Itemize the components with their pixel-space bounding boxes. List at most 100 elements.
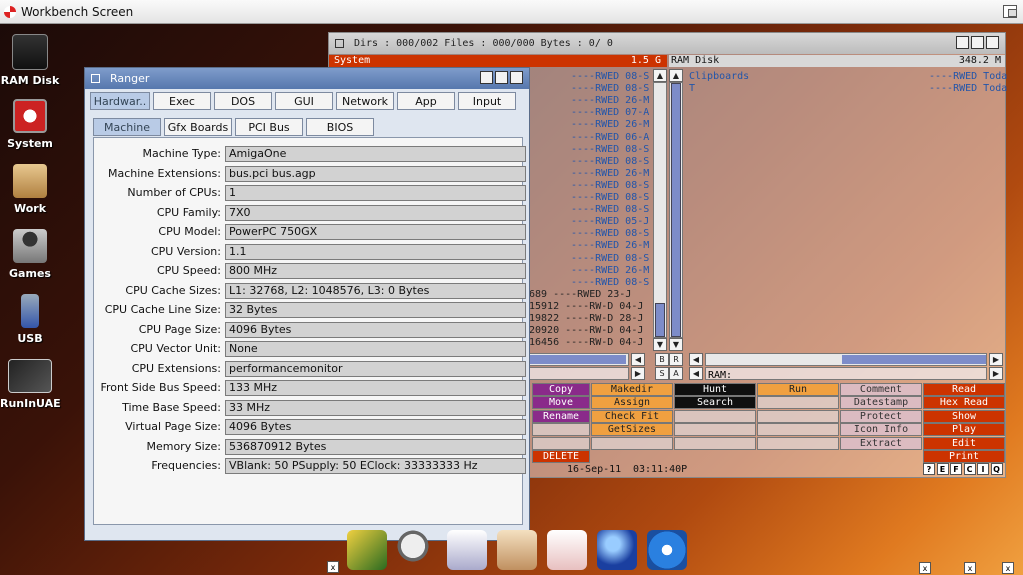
info-value-field[interactable]: AmigaOne [225,146,526,162]
dir-entry[interactable]: ----RWED 08-S [571,71,649,83]
action-button-getsizes[interactable]: GetSizes [591,423,673,437]
notepad-icon[interactable] [447,530,487,570]
tab-exec[interactable]: Exec [153,92,211,110]
action-button-empty[interactable] [674,409,756,423]
desktop-icon-usb[interactable]: USB [0,294,60,345]
mid-button-s[interactable]: S [655,367,669,380]
action-button-show[interactable]: Show [923,409,1005,423]
dir-entry[interactable]: ----RWED 26-M [571,265,649,277]
subtab-pci-bus[interactable]: PCI Bus [235,118,303,136]
dock-control-3[interactable]: x [1002,562,1014,574]
action-button-icon-info[interactable]: Icon Info [840,423,922,437]
magnifier-icon[interactable] [397,530,437,570]
action-button-rename[interactable]: Rename [532,409,590,423]
right-scroll-right-arrow[interactable]: ▶ [989,353,1003,366]
action-button-protect[interactable]: Protect [840,409,922,423]
right-path-field[interactable]: RAM: [705,367,987,381]
action-button-empty[interactable] [591,436,673,450]
info-value-field[interactable]: 7X0 [225,204,526,221]
right-horizontal-scrollbar[interactable] [705,353,987,366]
desktop-icon-system[interactable]: System [0,99,60,150]
action-button-print[interactable]: Print [923,450,1005,463]
iconify-icon[interactable] [480,71,493,84]
mid-button-b[interactable]: B [655,353,669,366]
right-path-arrow-right[interactable]: ▶ [989,367,1003,380]
small-button-help[interactable]: ? [923,463,935,475]
zoom-icon[interactable] [495,71,508,84]
subtab-gfx-boards[interactable]: Gfx Boards [164,118,232,136]
info-value-field[interactable]: PowerPC 750GX [225,224,526,240]
right-hscroll-thumb[interactable] [842,355,986,364]
left-scroll-up-arrow[interactable]: ▲ [653,69,667,82]
action-button-hunt[interactable]: Hunt [674,383,756,396]
mid-button-r[interactable]: R [669,353,683,366]
desktop-icon-games[interactable]: Games [0,229,60,280]
gift-icon[interactable] [547,530,587,570]
action-button-delete[interactable]: DELETE [532,450,590,463]
subtab-machine[interactable]: Machine [93,118,161,136]
file-entry[interactable]: 689 ----RWED 23-J [529,289,631,301]
action-button-empty[interactable] [757,396,839,410]
tab-input[interactable]: Input [458,92,516,110]
subtab-bios[interactable]: BIOS [306,118,374,136]
tab-hardware[interactable]: Hardwar.. [90,92,150,110]
iconify-icon[interactable] [956,36,969,49]
left-scroll-thumb[interactable] [655,303,665,337]
dir-entry[interactable]: ----RWED 26-M [571,119,649,131]
info-value-field[interactable]: 1.1 [225,243,526,260]
dir-entry-name[interactable]: Clipboards [689,71,749,83]
depth-icon[interactable] [986,36,999,49]
info-value-field[interactable]: L1: 32768, L2: 1048576, L3: 0 Bytes [225,282,526,299]
action-button-assign[interactable]: Assign [591,396,673,410]
right-lister-header[interactable]: RAM Disk 348.2 M [669,55,1005,67]
tab-app[interactable]: App [397,92,455,110]
right-scroll-up-arrow[interactable]: ▲ [669,69,683,82]
action-button-comment[interactable]: Comment [840,383,922,396]
action-button-hex-read[interactable]: Hex Read [923,396,1005,410]
pencil-icon[interactable] [347,530,387,570]
file-entry[interactable]: 16456 ----RW-D 04-J [529,337,643,349]
close-icon[interactable] [91,74,100,83]
info-value-field[interactable]: 32 Bytes [225,302,526,318]
info-value-field[interactable]: 800 MHz [225,263,526,279]
right-vertical-scrollbar[interactable] [669,82,683,338]
dir-entry[interactable]: ----RWED 26-M [571,168,649,180]
tab-network[interactable]: Network [336,92,394,110]
filemanager-title-bar[interactable]: Dirs : 000/002 Files : 000/000 Bytes : 0… [329,33,1005,54]
dock-control-1[interactable]: x [919,562,931,574]
dock-control-2[interactable]: x [964,562,976,574]
dir-entry[interactable]: ----RWED 08-S [571,228,649,240]
action-button-extract[interactable]: Extract [840,436,922,450]
info-value-field[interactable]: bus.pci bus.agp [225,165,526,182]
dir-entry[interactable]: ----RWED 06-A [571,132,649,144]
small-button-e[interactable]: E [936,463,949,475]
dock-close-button[interactable]: x [327,561,339,573]
dir-entry[interactable]: ----RWED 08-S [571,204,649,216]
left-lister-header[interactable]: System 1.5 G [329,55,667,67]
zoom-icon[interactable] [971,36,984,49]
right-scroll-left-arrow[interactable]: ◀ [689,353,703,366]
dir-entry[interactable]: ----RWED 08-S [571,253,649,265]
action-button-datestamp[interactable]: Datestamp [840,396,922,410]
dir-entry[interactable]: ----RWED 08-S [571,156,649,168]
action-button-empty[interactable] [674,436,756,450]
file-entry[interactable]: 19822 ----RW-D 28-J [529,313,643,325]
tab-gui[interactable]: GUI [275,92,333,110]
left-scroll-right-arrow[interactable]: ▶ [631,367,645,380]
info-value-field[interactable]: None [225,341,526,357]
action-button-empty[interactable] [532,436,590,450]
desktop-icon-ram-disk[interactable]: RAM Disk [0,34,60,87]
action-button-copy[interactable]: Copy [532,383,590,396]
action-button-edit[interactable]: Edit [923,436,1005,450]
small-button-f[interactable]: F [950,463,962,475]
dir-entry[interactable]: ----RWED 26-M [571,240,649,252]
right-scroll-thumb[interactable] [671,83,681,337]
jar-icon[interactable] [497,530,537,570]
action-button-empty[interactable] [532,423,590,437]
action-button-move[interactable]: Move [532,396,590,410]
depth-icon[interactable] [510,71,523,84]
close-icon[interactable] [335,39,344,48]
small-button-c[interactable]: C [963,463,976,475]
screen-depth-icon[interactable] [1003,5,1017,18]
action-button-makedir[interactable]: Makedir [591,383,673,396]
